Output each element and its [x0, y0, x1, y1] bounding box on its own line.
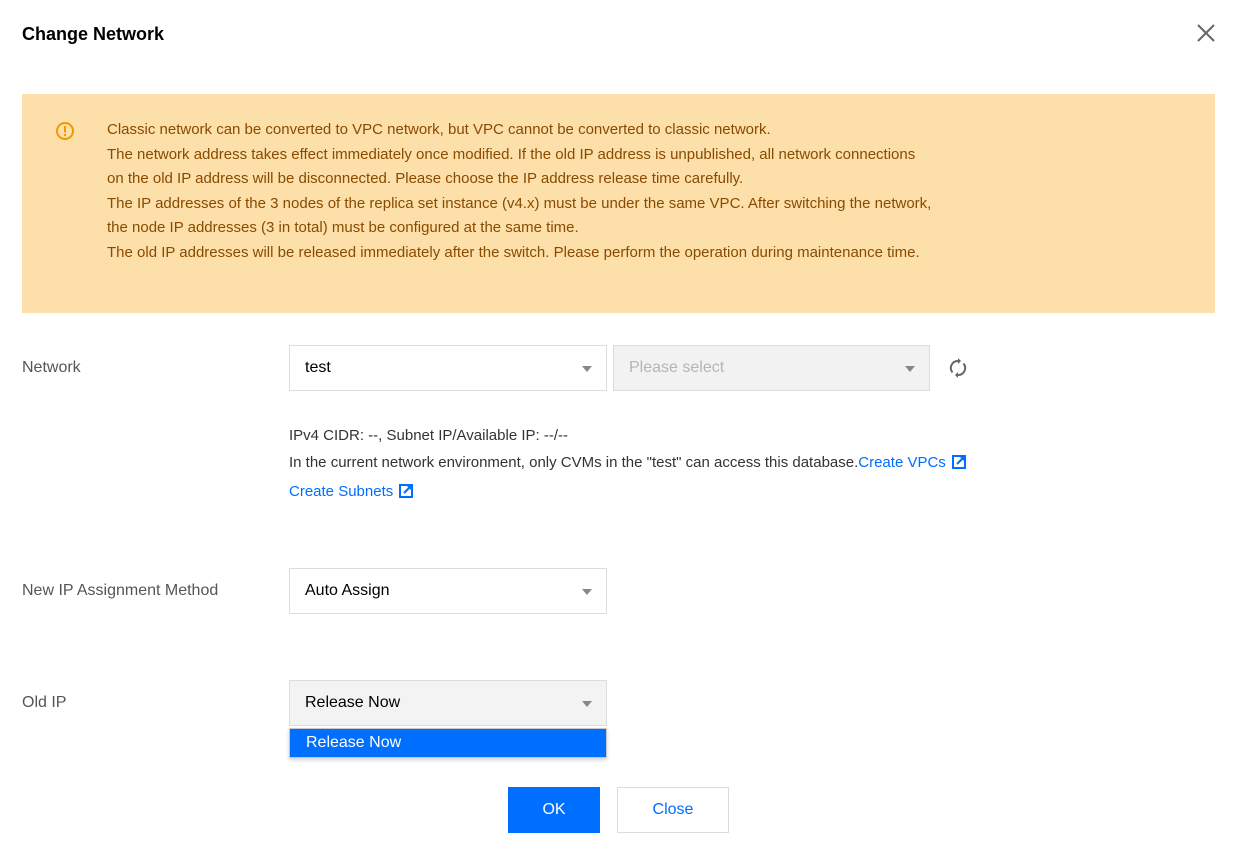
old-ip-dropdown: Release Now	[289, 728, 607, 758]
alert-line: Classic network can be converted to VPC …	[107, 121, 771, 138]
vpc-select[interactable]: test	[289, 345, 607, 391]
ip-assignment-label: New IP Assignment Method	[22, 582, 219, 599]
change-network-dialog: Change Network Classic network can be co…	[0, 0, 1237, 849]
chevron-down-icon	[582, 701, 592, 707]
old-ip-value: Release Now	[305, 694, 401, 711]
alert-line: on the old IP address will be disconnect…	[107, 170, 744, 187]
ok-button[interactable]: OK	[508, 787, 600, 833]
external-link-icon[interactable]	[399, 480, 414, 507]
alert-text: Classic network can be converted to VPC …	[107, 118, 1197, 265]
alert-line: The IP addresses of the 3 nodes of the r…	[107, 194, 932, 212]
vpc-select-value: test	[305, 359, 331, 376]
create-vpcs-link[interactable]: Create VPCs	[858, 454, 946, 471]
close-button[interactable]: Close	[617, 787, 729, 833]
dropdown-option-release-now[interactable]: Release Now	[290, 729, 606, 757]
warning-circle-icon	[55, 121, 75, 141]
network-access-row: In the current network environment, only…	[289, 449, 966, 478]
ip-assignment-select[interactable]: Auto Assign	[289, 568, 607, 614]
network-subnet-row: Create Subnets	[289, 478, 966, 507]
alert-line: The network address takes effect immedia…	[107, 145, 916, 163]
network-access-note: In the current network environment, only…	[289, 454, 859, 471]
create-subnets-link[interactable]: Create Subnets	[289, 483, 393, 500]
dialog-title: Change Network	[22, 24, 165, 44]
alert-line: the node IP addresses (3 in total) must …	[107, 219, 579, 236]
alert-line: The old IP addresses will be released im…	[107, 243, 920, 261]
chevron-down-icon	[905, 366, 915, 372]
ip-assignment-value: Auto Assign	[305, 582, 390, 599]
old-ip-label: Old IP	[22, 694, 67, 711]
old-ip-select[interactable]: Release Now	[289, 680, 607, 726]
network-info: IPv4 CIDR: --, Subnet IP/Available IP: -…	[289, 422, 966, 507]
close-icon[interactable]	[1193, 20, 1219, 46]
network-cidr-info: IPv4 CIDR: --, Subnet IP/Available IP: -…	[289, 427, 568, 444]
chevron-down-icon	[582, 589, 592, 595]
subnet-select-placeholder: Please select	[629, 359, 725, 376]
chevron-down-icon	[582, 366, 592, 372]
warning-alert: Classic network can be converted to VPC …	[22, 94, 1215, 313]
external-link-icon[interactable]	[951, 451, 966, 478]
refresh-icon[interactable]	[946, 356, 970, 380]
network-label: Network	[22, 359, 81, 376]
subnet-select: Please select	[613, 345, 930, 391]
